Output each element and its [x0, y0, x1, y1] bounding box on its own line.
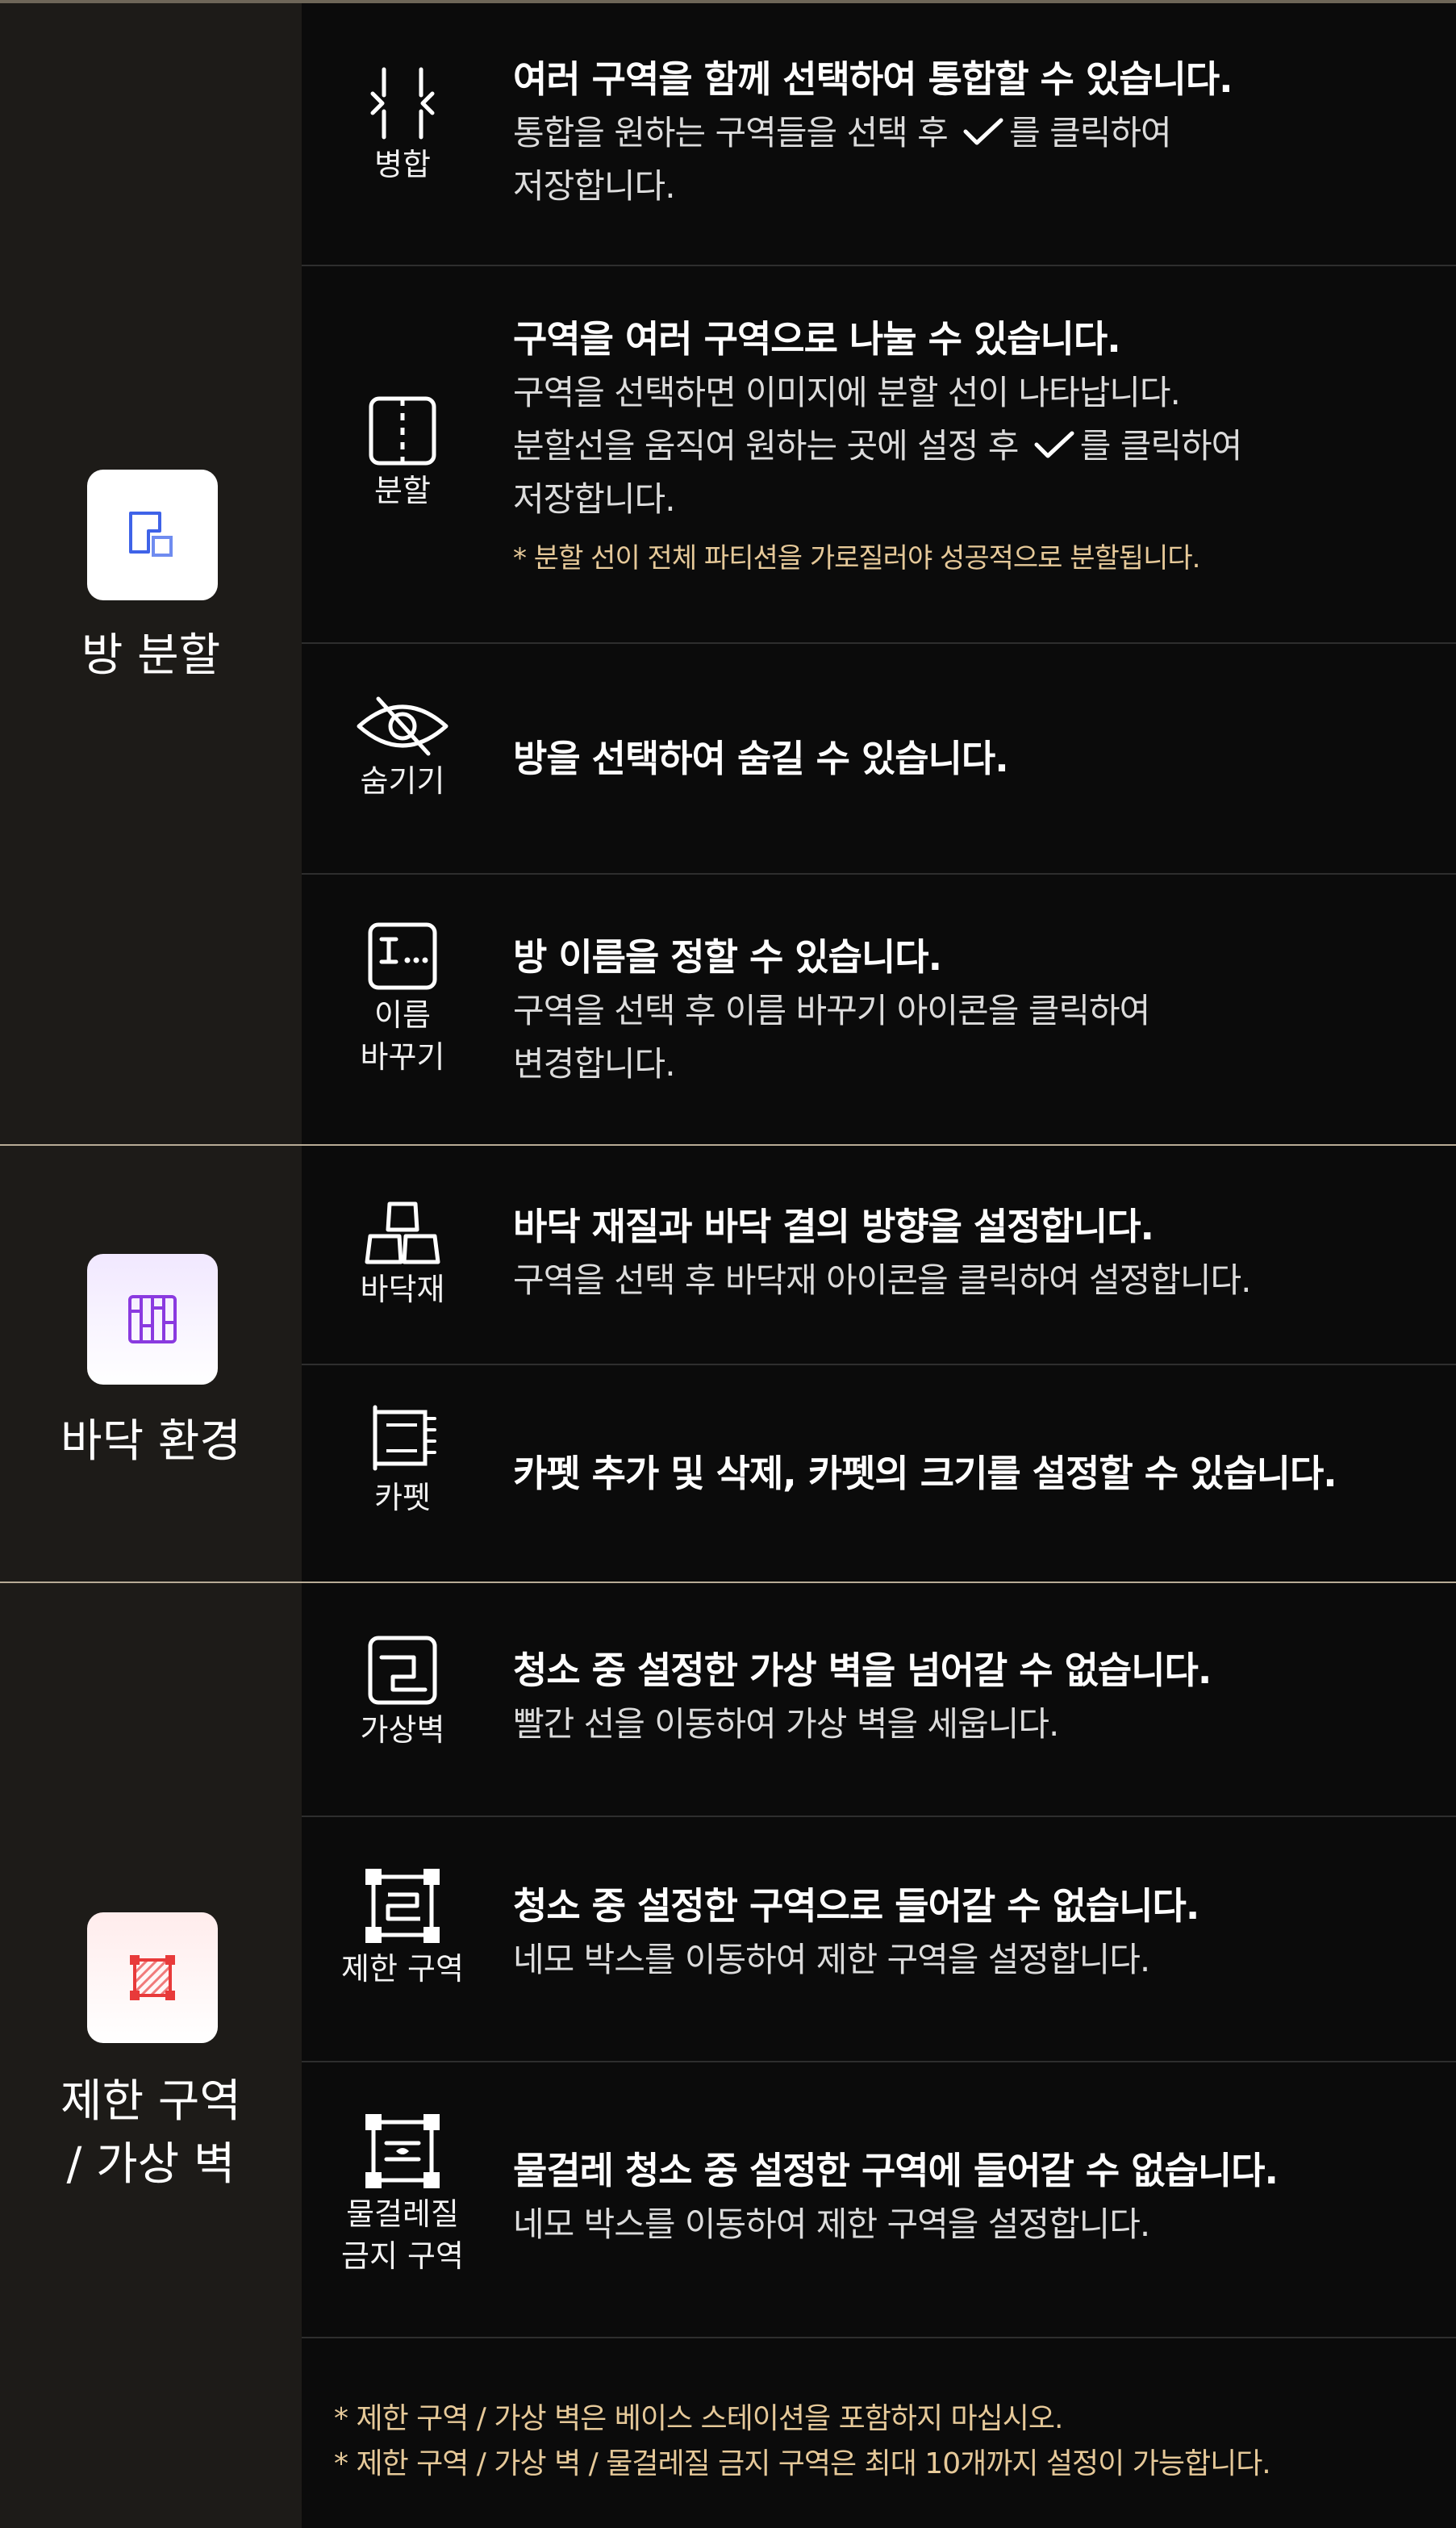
feature-body: 구역을 선택하면 이미지에 분할 선이 나타납니다. 분할선을 움직여 원하는 …	[513, 366, 1441, 526]
section-floor: 바닥 환경 바닥재 바닥 재질과 바닥 결의 방향을 설정합니다. 구역을 선택…	[0, 1146, 1456, 1582]
feature-title: 방 이름을 정할 수 있습니다.	[513, 935, 942, 979]
feature-title: 청소 중 설정한 가상 벽을 넘어갈 수 없습니다.	[513, 1648, 1212, 1692]
body-text: 통합을 원하는 구역들을 선택 후	[513, 113, 958, 153]
section-restricted: 제한 구역 / 가상 벽 가상벽 청소 중 설정한 가상 벽을 넘어갈 수 없습…	[0, 1583, 1456, 2528]
tool-rename[interactable]: 이름 바꾸기	[302, 920, 503, 1078]
feature-note: * 분할 선이 전체 파티션을 가로질러야 성공적으로 분할됩니다.	[513, 542, 1200, 575]
feature-body: 네모 박스를 이동하여 제한 구역을 설정합니다.	[513, 1940, 1150, 1979]
tool-hide[interactable]: 숨기기	[302, 694, 503, 802]
feature-row-no-go-zone: 제한 구역 청소 중 설정한 구역으로 들어갈 수 없습니다. 네모 박스를 이…	[302, 1817, 1456, 2061]
feature-description: 구역을 여러 구역으로 나눌 수 있습니다. 구역을 선택하면 이미지에 분할 …	[513, 311, 1441, 583]
feature-description: 바닥 재질과 바닥 결의 방향을 설정합니다. 구역을 선택 후 바닥재 아이콘…	[513, 1199, 1441, 1307]
rename-icon	[368, 922, 437, 990]
feature-description: 여러 구역을 함께 선택하여 통합할 수 있습니다. 통합을 원하는 구역들을 …	[513, 52, 1441, 213]
feature-title: 방을 선택하여 숨길 수 있습니다.	[513, 737, 1009, 780]
tool-no-mop-zone[interactable]: 물걸레질 금지 구역	[302, 2111, 503, 2277]
tool-carpet[interactable]: 카펫	[302, 1401, 503, 1519]
feature-row-virtual-wall: 가상벽 청소 중 설정한 가상 벽을 넘어갈 수 없습니다. 빨간 선을 이동하…	[302, 1583, 1456, 1816]
feature-description: 청소 중 설정한 구역으로 들어갈 수 없습니다. 네모 박스를 이동하여 제한…	[513, 1878, 1441, 1987]
feature-description: 물걸레 청소 중 설정한 구역에 들어갈 수 없습니다. 네모 박스를 이동하여…	[513, 2143, 1441, 2251]
feature-description: 방 이름을 정할 수 있습니다. 구역을 선택 후 이름 바꾸기 아이콘을 클릭…	[513, 930, 1441, 1091]
merge-icon	[370, 67, 435, 140]
feature-row-merge: 병합 여러 구역을 함께 선택하여 통합할 수 있습니다. 통합을 원하는 구역…	[302, 3, 1456, 265]
floor-icon	[128, 1295, 177, 1343]
feature-title: 카펫 추가 및 삭제, 카펫의 크기를 설정할 수 있습니다.	[513, 1452, 1337, 1495]
eye-off-icon	[357, 696, 448, 756]
category-icon-box	[87, 1912, 218, 2043]
feature-body: 네모 박스를 이동하여 제한 구역을 설정합니다.	[513, 2204, 1150, 2244]
feature-row-floor-material: 바닥재 바닥 재질과 바닥 결의 방향을 설정합니다. 구역을 선택 후 바닥재…	[302, 1146, 1456, 1364]
tool-label: 바닥재	[360, 1272, 445, 1307]
feature-title: 여러 구역을 함께 선택하여 통합할 수 있습니다.	[513, 57, 1233, 101]
footer-note: * 제한 구역 / 가상 벽은 베이스 스테이션을 포함하지 마십시오.	[334, 2402, 1063, 2435]
category-label: 방 분할	[81, 629, 221, 682]
feature-body: 구역을 선택 후 바닥재 아이콘을 클릭하여 설정합니다.	[513, 1260, 1252, 1300]
feature-body: 구역을 선택 후 이름 바꾸기 아이콘을 클릭하여 변경합니다.	[513, 991, 1150, 1084]
category-sidebar	[0, 1583, 302, 2528]
carpet-icon	[373, 1405, 436, 1471]
tool-label: 물걸레질 금지 구역	[341, 2196, 464, 2274]
feature-title: 물걸레 청소 중 설정한 구역에 들어갈 수 없습니다.	[513, 2149, 1279, 2192]
tool-floor-material[interactable]: 바닥재	[302, 1199, 503, 1310]
check-icon	[963, 118, 1003, 144]
no-mop-zone-icon	[365, 2114, 440, 2188]
feature-row-no-mop-zone: 물걸레질 금지 구역 물걸레 청소 중 설정한 구역에 들어갈 수 없습니다. …	[302, 2062, 1456, 2337]
category-icon-box	[87, 1254, 218, 1385]
category-icon-box	[87, 470, 218, 600]
tool-label: 가상벽	[360, 1712, 445, 1748]
feature-description: 청소 중 설정한 가상 벽을 넘어갈 수 없습니다. 빨간 선을 이동하여 가상…	[513, 1643, 1441, 1751]
feature-row-rename: 이름 바꾸기 방 이름을 정할 수 있습니다. 구역을 선택 후 이름 바꾸기 …	[302, 875, 1456, 1144]
tool-split[interactable]: 분할	[302, 394, 503, 512]
tool-label: 분할	[374, 473, 431, 508]
feature-body: 빨간 선을 이동하여 가상 벽을 세웁니다.	[513, 1704, 1059, 1744]
feature-title: 바닥 재질과 바닥 결의 방향을 설정합니다.	[513, 1205, 1154, 1248]
virtual-wall-icon	[368, 1636, 437, 1705]
category-label: 바닥 환경	[60, 1415, 241, 1468]
floor-material-icon	[365, 1201, 440, 1264]
category-label: 제한 구역 / 가상 벽	[60, 2075, 241, 2191]
tool-label: 숨기기	[360, 763, 445, 799]
room-split-icon	[129, 512, 173, 557]
feature-title: 청소 중 설정한 구역으로 들어갈 수 없습니다.	[513, 1884, 1199, 1928]
no-go-zone-icon	[365, 1869, 440, 1943]
feature-row-carpet: 카펫 카펫 추가 및 삭제, 카펫의 크기를 설정할 수 있습니다.	[302, 1365, 1456, 1582]
feature-description: 방을 선택하여 숨길 수 있습니다.	[513, 731, 1441, 786]
tool-merge[interactable]: 병합	[302, 65, 503, 186]
feature-description: 카펫 추가 및 삭제, 카펫의 크기를 설정할 수 있습니다.	[513, 1446, 1441, 1501]
tool-virtual-wall[interactable]: 가상벽	[302, 1633, 503, 1751]
section-room-split: 방 분할 병합 여러 구역을 함께 선택하여 통합할 수 있습니다. 통합을 원…	[0, 3, 1456, 1144]
feature-row-split: 분할 구역을 여러 구역으로 나눌 수 있습니다. 구역을 선택하면 이미지에 …	[302, 266, 1456, 642]
footer-note: * 제한 구역 / 가상 벽 / 물걸레질 금지 구역은 최대 10개까지 설정…	[334, 2447, 1271, 2480]
footer-notes: * 제한 구역 / 가상 벽은 베이스 스테이션을 포함하지 마십시오. * 제…	[334, 2396, 1423, 2487]
feature-row-hide: 숨기기 방을 선택하여 숨길 수 있습니다.	[302, 644, 1456, 873]
tool-label: 이름 바꾸기	[360, 997, 445, 1075]
feature-title: 구역을 여러 구역으로 나눌 수 있습니다.	[513, 317, 1121, 361]
restricted-zone-icon	[130, 1955, 175, 2000]
tool-no-go-zone[interactable]: 제한 구역	[302, 1866, 503, 1990]
check-icon	[1034, 431, 1074, 458]
tool-label: 병합	[374, 147, 431, 182]
feature-body: 통합을 원하는 구역들을 선택 후 를 클릭하여 저장합니다.	[513, 107, 1441, 213]
tool-label: 제한 구역	[341, 1951, 464, 1987]
split-icon	[369, 396, 436, 466]
tool-label: 카펫	[374, 1480, 431, 1515]
